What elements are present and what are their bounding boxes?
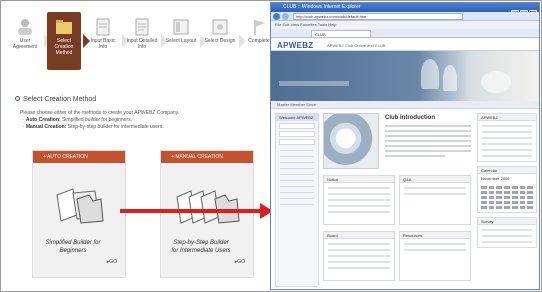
glass-image [421,59,439,89]
design-icon [212,19,228,35]
user-icon [18,19,32,35]
manual-go-button[interactable]: ▸GO [235,258,245,265]
box-title: Resources [400,232,470,239]
flag-icon [254,20,265,35]
folder-icon [56,20,72,34]
site-tagline: APWEBZ Club Online and CLUB [327,43,386,48]
file-folder-icon [56,188,104,224]
auto-desc: Simplified builder for beginners. [60,117,133,123]
manual-creation-card[interactable]: + MANUAL CREATION Step-by-Step Builder f… [160,150,254,278]
divider [280,180,314,181]
resources-box[interactable]: Resources [399,231,471,281]
divider [280,168,314,169]
site-sidebar: Welcome APWEBZ [275,113,319,287]
divider [280,204,314,205]
intro-title: Club Introduction [385,115,435,121]
section-heading-text: Select Creation Method [23,96,97,103]
step-input-basic-info[interactable]: Input Basic Info [86,12,129,70]
title-bar: CLUB :: Windows Internet Explorer [271,3,539,17]
auto-creation-title: + AUTO CREATION [33,151,125,163]
url-field[interactable]: http://club.apwebz.com/club/default.htm [293,13,463,20]
box-title: APWEBZ [478,114,536,121]
divider [280,192,314,193]
step-select-creation-method[interactable]: Select Creation Method [47,12,90,70]
board-box[interactable]: Board [323,231,395,281]
document-icon [135,18,149,36]
banner-label [279,81,349,86]
calendar-grid [478,183,536,212]
sidebar-field[interactable] [279,123,315,129]
window-title: CLUB :: Windows Internet Explorer [283,4,361,10]
box-title: Board [324,232,394,239]
address-bar: http://club.apwebz.com/club/default.htm [271,12,539,21]
auto-creation-caption: Simplified Builder for Beginners [45,240,101,254]
site-main: Club Introduction Notice Q&A Board Resou… [323,113,473,287]
step-user-agreement[interactable]: User Agreement [8,12,51,70]
layout-icon [173,19,189,35]
calendar-box[interactable]: Calendar November 2006 [477,166,537,213]
file-stack-icon [176,190,240,224]
auto-description: · Auto Creation: Simplified builder for … [20,117,133,123]
divider [280,186,314,187]
manual-creation-caption: Step-by-Step Builder for Intermediate Us… [171,240,231,254]
club-site: APWEBZ APWEBZ Club Online and CLUB Maste… [271,39,539,289]
glass-image [443,65,457,91]
auto-creation-card[interactable]: + AUTO CREATION Simplified Builder for B… [32,150,126,278]
divider [280,174,314,175]
section-heading: Select Creation Method [15,96,96,103]
survey-box[interactable]: Survey [477,217,537,248]
sidebar-field[interactable] [279,131,315,137]
plate-image [481,71,511,93]
step-select-layout[interactable]: Select Layout [164,12,207,70]
intro-image [323,113,379,169]
auto-go-button[interactable]: ▸GO [107,258,117,265]
step-label: Select Layout [165,38,197,44]
divider [280,156,314,157]
box-title: Survey [478,218,536,225]
document-icon [96,18,110,36]
browser-window: CLUB :: Windows Internet Explorer http:/… [270,2,540,290]
site-logo[interactable]: APWEBZ [277,41,313,50]
step-input-detailed-info[interactable]: Input Detailed Info [125,12,168,70]
step-label: Input Basic Info [90,38,116,50]
site-banner [271,51,539,101]
step-select-design[interactable]: Select Design [203,12,246,70]
step-label: Select Design [204,38,236,44]
calendar-month: November 2006 [481,176,510,181]
instruction-text: Please choose either of the methods to c… [20,110,180,116]
tab-bar: CLUB [271,29,539,38]
browser-tab[interactable]: CLUB [311,30,371,38]
login-title: Welcome APWEBZ [276,114,318,121]
wizard-steps: User Agreement Select Creation Method In… [8,12,270,70]
site-right-column: APWEBZ Calendar November 2006 Survey [477,113,537,287]
step-label: User Agreement [12,38,38,50]
back-icon[interactable] [273,13,280,20]
red-arrow-line [120,209,262,213]
step-label: Select Creation Method [54,38,74,56]
site-subnav[interactable]: Master Member Since [271,101,539,109]
forward-icon[interactable] [282,13,289,20]
manual-description: · Manual Creation: Step-by-step builder … [20,124,164,130]
auto-term: Auto Creation: [25,117,61,123]
info-box[interactable]: APWEBZ [477,113,537,162]
menu-bar[interactable]: File Edit View Favorites Tools Help [271,21,539,29]
box-title: Notice [324,176,394,183]
step-label: Input Detailed Info [126,38,158,50]
method-description: Please choose either of the methods to c… [20,110,179,131]
calendar-title: Calendar [478,167,536,174]
manual-term: Manual Creation: [25,124,67,130]
bullet-icon [15,96,20,101]
notice-box[interactable]: Notice [323,175,395,225]
divider [280,150,314,151]
manual-creation-title: + MANUAL CREATION [161,151,253,163]
box-title: Q&A [400,176,470,183]
sidebar-field[interactable] [279,139,315,145]
divider [280,198,314,199]
qa-box[interactable]: Q&A [399,175,471,225]
manual-desc: Step-by-step builder for intermediate us… [66,124,164,130]
divider [280,162,314,163]
intro-text [385,125,471,160]
site-header: APWEBZ APWEBZ Club Online and CLUB [271,39,539,51]
